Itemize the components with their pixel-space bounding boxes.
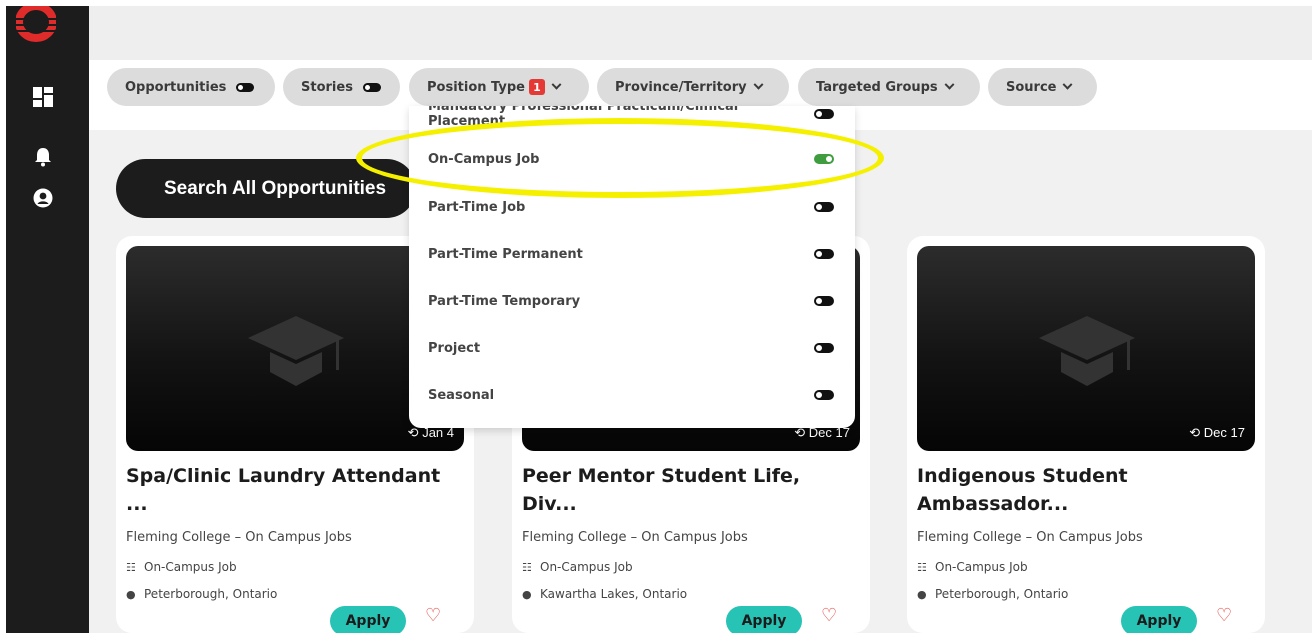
card-location-text: Peterborough, Ontario (144, 587, 278, 601)
chevron-down-icon (1063, 79, 1073, 90)
dropdown-item[interactable]: Part-Time Permanent (428, 244, 834, 264)
chevron-down-icon (551, 79, 562, 90)
card-type-text: On-Campus Job (935, 560, 1028, 574)
card-organization: Fleming College – On Campus Jobs (917, 530, 1143, 545)
toggle-switch[interactable] (814, 343, 834, 353)
dropdown-item-label: Project (428, 340, 481, 356)
toggle-icon[interactable] (236, 82, 255, 92)
filter-source-dropdown[interactable]: Source (988, 68, 1097, 106)
location-pin-icon: ● (522, 587, 532, 601)
sidebar (6, 6, 89, 633)
card-date: ⟲ Dec 17 (1189, 425, 1245, 441)
toggle-switch[interactable] (814, 249, 834, 259)
logo-icon[interactable] (16, 6, 56, 48)
people-icon: ☷ (522, 560, 532, 574)
people-icon: ☷ (917, 560, 927, 574)
search-all-opportunities-button[interactable]: Search All Opportunities (116, 159, 416, 218)
dropdown-item[interactable]: Project (428, 338, 834, 358)
position-type-dropdown-menu: Mandatory Professional Practicum/Clinica… (409, 106, 855, 428)
graduation-cap-icon (248, 316, 344, 386)
card-type: ☷ On-Campus Job (917, 560, 1028, 574)
card-organization: Fleming College – On Campus Jobs (126, 530, 352, 545)
toggle-switch[interactable] (814, 154, 834, 164)
dropdown-item-label: Mandatory Professional Practicum/Clinica… (428, 106, 739, 129)
card-type: ☷ On-Campus Job (522, 560, 633, 574)
apply-button[interactable]: Apply (330, 606, 406, 633)
card-title[interactable]: Peer Mentor Student Life, Div... (522, 462, 852, 518)
card-location-text: Kawartha Lakes, Ontario (540, 587, 688, 601)
chevron-down-icon (753, 79, 764, 90)
toggle-switch[interactable] (814, 109, 834, 119)
dropdown-item[interactable]: Part-Time Temporary (428, 291, 834, 311)
toggle-switch[interactable] (814, 390, 834, 400)
dropdown-item-label: On-Campus Job (428, 151, 540, 167)
heart-icon[interactable]: ♡ (1216, 606, 1236, 626)
dropdown-item-label: Part-Time Permanent (428, 246, 583, 262)
location-pin-icon: ● (126, 587, 136, 601)
heart-icon[interactable]: ♡ (821, 606, 841, 626)
dropdown-item[interactable]: On-Campus Job (428, 149, 834, 169)
graduation-cap-icon (1039, 316, 1135, 386)
dropdown-item[interactable]: Seasonal (428, 385, 834, 405)
filter-targeted-groups-label: Targeted Groups (816, 79, 938, 95)
card-title[interactable]: Spa/Clinic Laundry Attendant ... (126, 462, 456, 518)
filter-opportunities-label: Opportunities (125, 79, 227, 95)
location-pin-icon: ● (917, 587, 927, 601)
dropdown-item-label: Seasonal (428, 387, 495, 403)
filter-opportunities-toggle[interactable]: Opportunities (107, 68, 275, 106)
filter-position-type-label: Position Type (427, 79, 525, 95)
history-icon: ⟲ (1189, 425, 1204, 440)
card-image: ⟲ Dec 17 (917, 246, 1255, 451)
dropdown-item[interactable]: Part-Time Job (428, 197, 834, 217)
card-location: ● Peterborough, Ontario (917, 587, 1068, 601)
toggle-switch[interactable] (814, 296, 834, 306)
card-date-text: Dec 17 (1203, 425, 1245, 440)
people-icon: ☷ (126, 560, 136, 574)
card-title[interactable]: Indigenous Student Ambassador... (917, 462, 1247, 518)
card-type-text: On-Campus Job (540, 560, 633, 574)
dashboard-icon[interactable] (32, 86, 54, 108)
search-button-label: Search All Opportunities (164, 177, 387, 199)
filter-province-label: Province/Territory (615, 79, 747, 95)
card-type-text: On-Campus Job (144, 560, 237, 574)
card-organization: Fleming College – On Campus Jobs (522, 530, 748, 545)
card-location: ● Peterborough, Ontario (126, 587, 277, 601)
filter-stories-toggle[interactable]: Stories (283, 68, 400, 106)
dropdown-item-label: Part-Time Job (428, 199, 526, 215)
filter-count-badge: 1 (528, 79, 545, 95)
top-bar (89, 6, 1312, 60)
filter-targeted-groups-dropdown[interactable]: Targeted Groups (798, 68, 980, 106)
filter-province-dropdown[interactable]: Province/Territory (597, 68, 789, 106)
card-location: ● Kawartha Lakes, Ontario (522, 587, 687, 601)
filter-stories-label: Stories (301, 79, 353, 95)
card-location-text: Peterborough, Ontario (935, 587, 1069, 601)
heart-icon[interactable]: ♡ (425, 606, 445, 626)
opportunity-card[interactable]: ⟲ Dec 17 Indigenous Student Ambassador..… (907, 236, 1265, 633)
bell-icon[interactable] (32, 146, 54, 168)
toggle-switch[interactable] (814, 202, 834, 212)
chevron-down-icon (944, 79, 955, 90)
filter-source-label: Source (1006, 79, 1057, 95)
apply-button[interactable]: Apply (726, 606, 802, 633)
toggle-icon[interactable] (362, 82, 381, 92)
user-icon[interactable] (32, 187, 54, 209)
dropdown-item-label: Part-Time Temporary (428, 293, 581, 309)
dropdown-item[interactable]: Mandatory Professional Practicum/Clinica… (428, 106, 834, 129)
filter-position-type-dropdown[interactable]: Position Type 1 (409, 68, 589, 106)
apply-button[interactable]: Apply (1121, 606, 1197, 633)
card-type: ☷ On-Campus Job (126, 560, 237, 574)
